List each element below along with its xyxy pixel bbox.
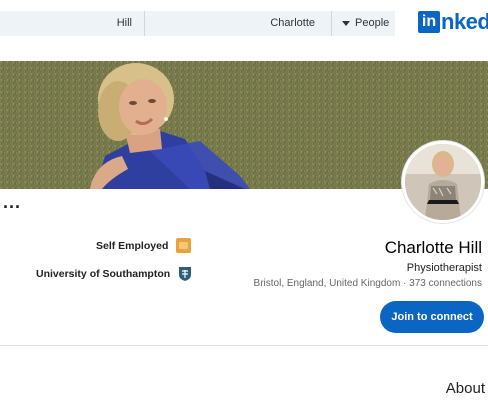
caret-down-icon[interactable] xyxy=(342,21,350,26)
about-heading: About xyxy=(445,380,485,397)
top-header: Hill Charlotte People in nked xyxy=(0,0,488,46)
profile-headline: Physiotherapist xyxy=(406,262,482,274)
search-category-dropdown[interactable]: People xyxy=(355,17,389,29)
current-company-link[interactable]: Self Employed xyxy=(96,238,192,253)
profile-photo[interactable] xyxy=(402,141,484,223)
search-divider xyxy=(331,11,332,36)
last-name-search-field[interactable]: Hill xyxy=(0,11,145,36)
logo-box: in xyxy=(418,11,440,33)
first-name-search-field[interactable]: Charlotte xyxy=(253,17,315,29)
profile-location: Bristol, England, United Kingdom · 373 c… xyxy=(253,278,482,289)
more-actions-button[interactable]: ... xyxy=(3,193,21,211)
logo-text: nked xyxy=(441,9,488,34)
education-link[interactable]: University of Southampton xyxy=(36,266,192,282)
section-divider xyxy=(0,345,488,346)
linkedin-logo[interactable]: in nked xyxy=(418,11,488,33)
last-name-value: Hill xyxy=(116,17,132,29)
profile-name: Charlotte Hill xyxy=(384,238,482,257)
search-bar: Hill Charlotte People xyxy=(0,11,395,36)
current-company-label: Self Employed xyxy=(96,239,169,252)
school-shield-icon xyxy=(179,267,192,281)
company-logo-icon xyxy=(176,238,192,253)
education-label: University of Southampton xyxy=(36,268,171,280)
join-to-connect-button[interactable]: Join to connect xyxy=(380,301,484,333)
